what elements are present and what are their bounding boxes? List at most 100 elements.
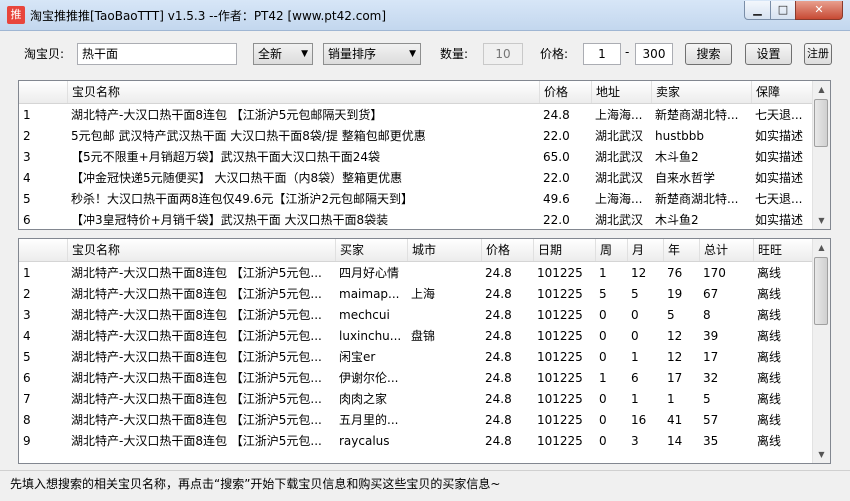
cell-month: 5 [631,287,639,301]
table-row[interactable]: 6 【冲3皇冠特价+月销千袋】武汉热干面 大汉口热干面8袋装 22.0 湖北武汉 木斗鱼… [19,210,817,229]
column-header-total[interactable]: 总计 [699,239,753,261]
cell-seller: 木斗鱼2 [655,150,699,164]
cell-buyer: raycalus [339,434,390,448]
table-row[interactable]: 7 湖北特产-大汉口热干面8连包 【江浙沪5元包... 肉肉之家 24.8 101225… [19,389,817,410]
column-header-name[interactable]: 宝贝名称 [67,239,335,261]
cell-wangwang: 离线 [757,434,782,448]
cell-seller: 木斗鱼2 [655,213,699,227]
column-header-city[interactable]: 城市 [407,239,481,261]
column-header-buyer[interactable]: 买家 [335,239,407,261]
column-header-price[interactable]: 价格 [481,239,533,261]
table-row[interactable]: 5 湖北特产-大汉口热干面8连包 【江浙沪5元包... 闲宝er 24.8 101225… [19,347,817,368]
cell-name: 湖北特产-大汉口热干面8连包 【江浙沪5元包... [71,392,322,406]
cell-index: 5 [23,350,31,364]
cell-address: 湖北武汉 [595,171,644,185]
scroll-down-icon[interactable]: ▼ [813,446,830,463]
scroll-up-icon[interactable]: ▲ [813,239,830,256]
window-title: 淘宝推推推[TaoBaoTTT] v1.5.3 --作者：PT42 [www.p… [30,9,387,23]
column-header-wangwang[interactable]: 旺旺 [753,239,817,261]
column-header-price[interactable]: 价格 [539,81,591,103]
cell-buyer: 伊谢尔伦... [339,371,399,385]
cell-guarantee: 如实描述 [755,171,804,185]
column-header-guarantee[interactable]: 保障 [751,81,817,103]
maximize-button[interactable]: □ [770,1,796,20]
cell-index: 4 [23,329,31,343]
cell-date: 101225 [537,413,583,427]
cell-buyer: 四月好心情 [339,266,400,280]
table-row[interactable]: 3 【5元不限重+月销超万袋】武汉热干面大汉口热干面24袋 65.0 湖北武汉 木斗鱼2… [19,147,817,168]
table-row[interactable]: 2 湖北特产-大汉口热干面8连包 【江浙沪5元包... maimap... 上海 24.… [19,284,817,305]
cell-buyer: 肉肉之家 [339,392,388,406]
minimize-button[interactable]: ▁ [744,1,771,20]
cell-index: 5 [23,192,31,206]
search-button[interactable]: 搜索 [685,43,732,65]
scroll-thumb[interactable] [814,257,828,325]
table-row[interactable]: 1 湖北特产-大汉口热干面8连包 【江浙沪5元包... 四月好心情 24.8 10122… [19,263,817,284]
scroll-up-icon[interactable]: ▲ [813,81,830,98]
cell-price: 24.8 [485,308,512,322]
register-button[interactable]: 注册 [804,43,832,65]
cell-week: 1 [599,371,607,385]
column-header-date[interactable]: 日期 [533,239,595,261]
column-header-index[interactable] [19,239,67,261]
condition-select[interactable]: 全新 ▼ [253,43,313,65]
cell-week: 0 [599,350,607,364]
table-row[interactable]: 8 湖北特产-大汉口热干面8连包 【江浙沪5元包... 五月里的... 24.8 101… [19,410,817,431]
products-table[interactable]: 宝贝名称 价格 地址 卖家 保障 1 湖北特产-大汉口热干面8连包 【江浙沪5元包… [18,80,831,230]
keyword-input[interactable]: 热干面 [77,43,237,65]
cell-index: 8 [23,413,31,427]
price-min-input[interactable]: 1 [583,43,621,65]
cell-buyer: 闲宝er [339,350,376,364]
column-header-week[interactable]: 周 [595,239,627,261]
cell-index: 6 [23,213,31,227]
cell-wangwang: 离线 [757,413,782,427]
cell-price: 24.8 [485,434,512,448]
status-bar: 先填入想搜索的相关宝贝名称，再点击“搜索”开始下载宝贝信息和购买这些宝贝的买家信… [0,470,850,501]
table-row[interactable]: 9 湖北特产-大汉口热干面8连包 【江浙沪5元包... raycalus 24.8 10… [19,431,817,452]
table-row[interactable]: 4 湖北特产-大汉口热干面8连包 【江浙沪5元包... luxinchu... 盘锦 2… [19,326,817,347]
table-row[interactable]: 4 【冲金冠快递5元随便买】 大汉口热干面（内8袋）整箱更优惠 22.0 湖北武汉 自来… [19,168,817,189]
settings-button[interactable]: 设置 [745,43,792,65]
cell-index: 3 [23,150,31,164]
cell-year: 19 [667,287,683,301]
cell-index: 2 [23,129,31,143]
cell-month: 0 [631,308,639,322]
table-row[interactable]: 3 湖北特产-大汉口热干面8连包 【江浙沪5元包... mechcui 24.8 101… [19,305,817,326]
cell-price: 24.8 [543,108,570,122]
products-scrollbar[interactable]: ▲ ▼ [812,81,830,229]
column-header-address[interactable]: 地址 [591,81,651,103]
table-row[interactable]: 2 5元包邮 武汉特产武汉热干面 大汉口热干面8袋/提 整箱包邮更优惠 22.0 湖北… [19,126,817,147]
condition-select-value: 全新 [258,47,283,61]
column-header-year[interactable]: 年 [663,239,699,261]
column-header-month[interactable]: 月 [627,239,663,261]
cell-guarantee: 如实描述 [755,150,804,164]
count-label: 数量: [440,47,469,61]
buyers-scrollbar[interactable]: ▲ ▼ [812,239,830,463]
column-header-index[interactable] [19,81,67,103]
table-row[interactable]: 1 湖北特产-大汉口热干面8连包 【江浙沪5元包邮隔天到货】 24.8 上海海... 新… [19,105,817,126]
scroll-thumb[interactable] [814,99,828,147]
cell-name: 秒杀！大汉口热干面两8连包仅49.6元【江浙沪2元包邮隔天到】 [71,192,413,206]
cell-date: 101225 [537,266,583,280]
cell-address: 湖北武汉 [595,150,644,164]
table-row[interactable]: 6 湖北特产-大汉口热干面8连包 【江浙沪5元包... 伊谢尔伦... 24.8 101… [19,368,817,389]
close-button[interactable]: ✕ [795,1,843,20]
scroll-down-icon[interactable]: ▼ [813,212,830,229]
cell-year: 12 [667,329,683,343]
buyers-table[interactable]: 宝贝名称 买家 城市 价格 日期 周 月 年 总计 旺旺 1 湖北特产-大汉口热干… [18,238,831,464]
cell-wangwang: 离线 [757,266,782,280]
table-row[interactable]: 5 秒杀！大汉口热干面两8连包仅49.6元【江浙沪2元包邮隔天到】 49.6 上海海.… [19,189,817,210]
cell-date: 101225 [537,350,583,364]
cell-price: 65.0 [543,150,570,164]
cell-index: 4 [23,171,31,185]
status-text: 先填入想搜索的相关宝贝名称，再点击“搜索”开始下载宝贝信息和购买这些宝贝的买家信… [10,477,501,491]
cell-name: 5元包邮 武汉特产武汉热干面 大汉口热干面8袋/提 整箱包邮更优惠 [71,129,426,143]
cell-total: 8 [703,308,711,322]
column-header-seller[interactable]: 卖家 [651,81,751,103]
cell-city [407,263,481,284]
sort-select[interactable]: 销量排序 ▼ [323,43,421,65]
price-max-input[interactable]: 300 [635,43,673,65]
cell-buyer: maimap... [339,287,400,301]
column-header-name[interactable]: 宝贝名称 [67,81,539,103]
cell-date: 101225 [537,329,583,343]
